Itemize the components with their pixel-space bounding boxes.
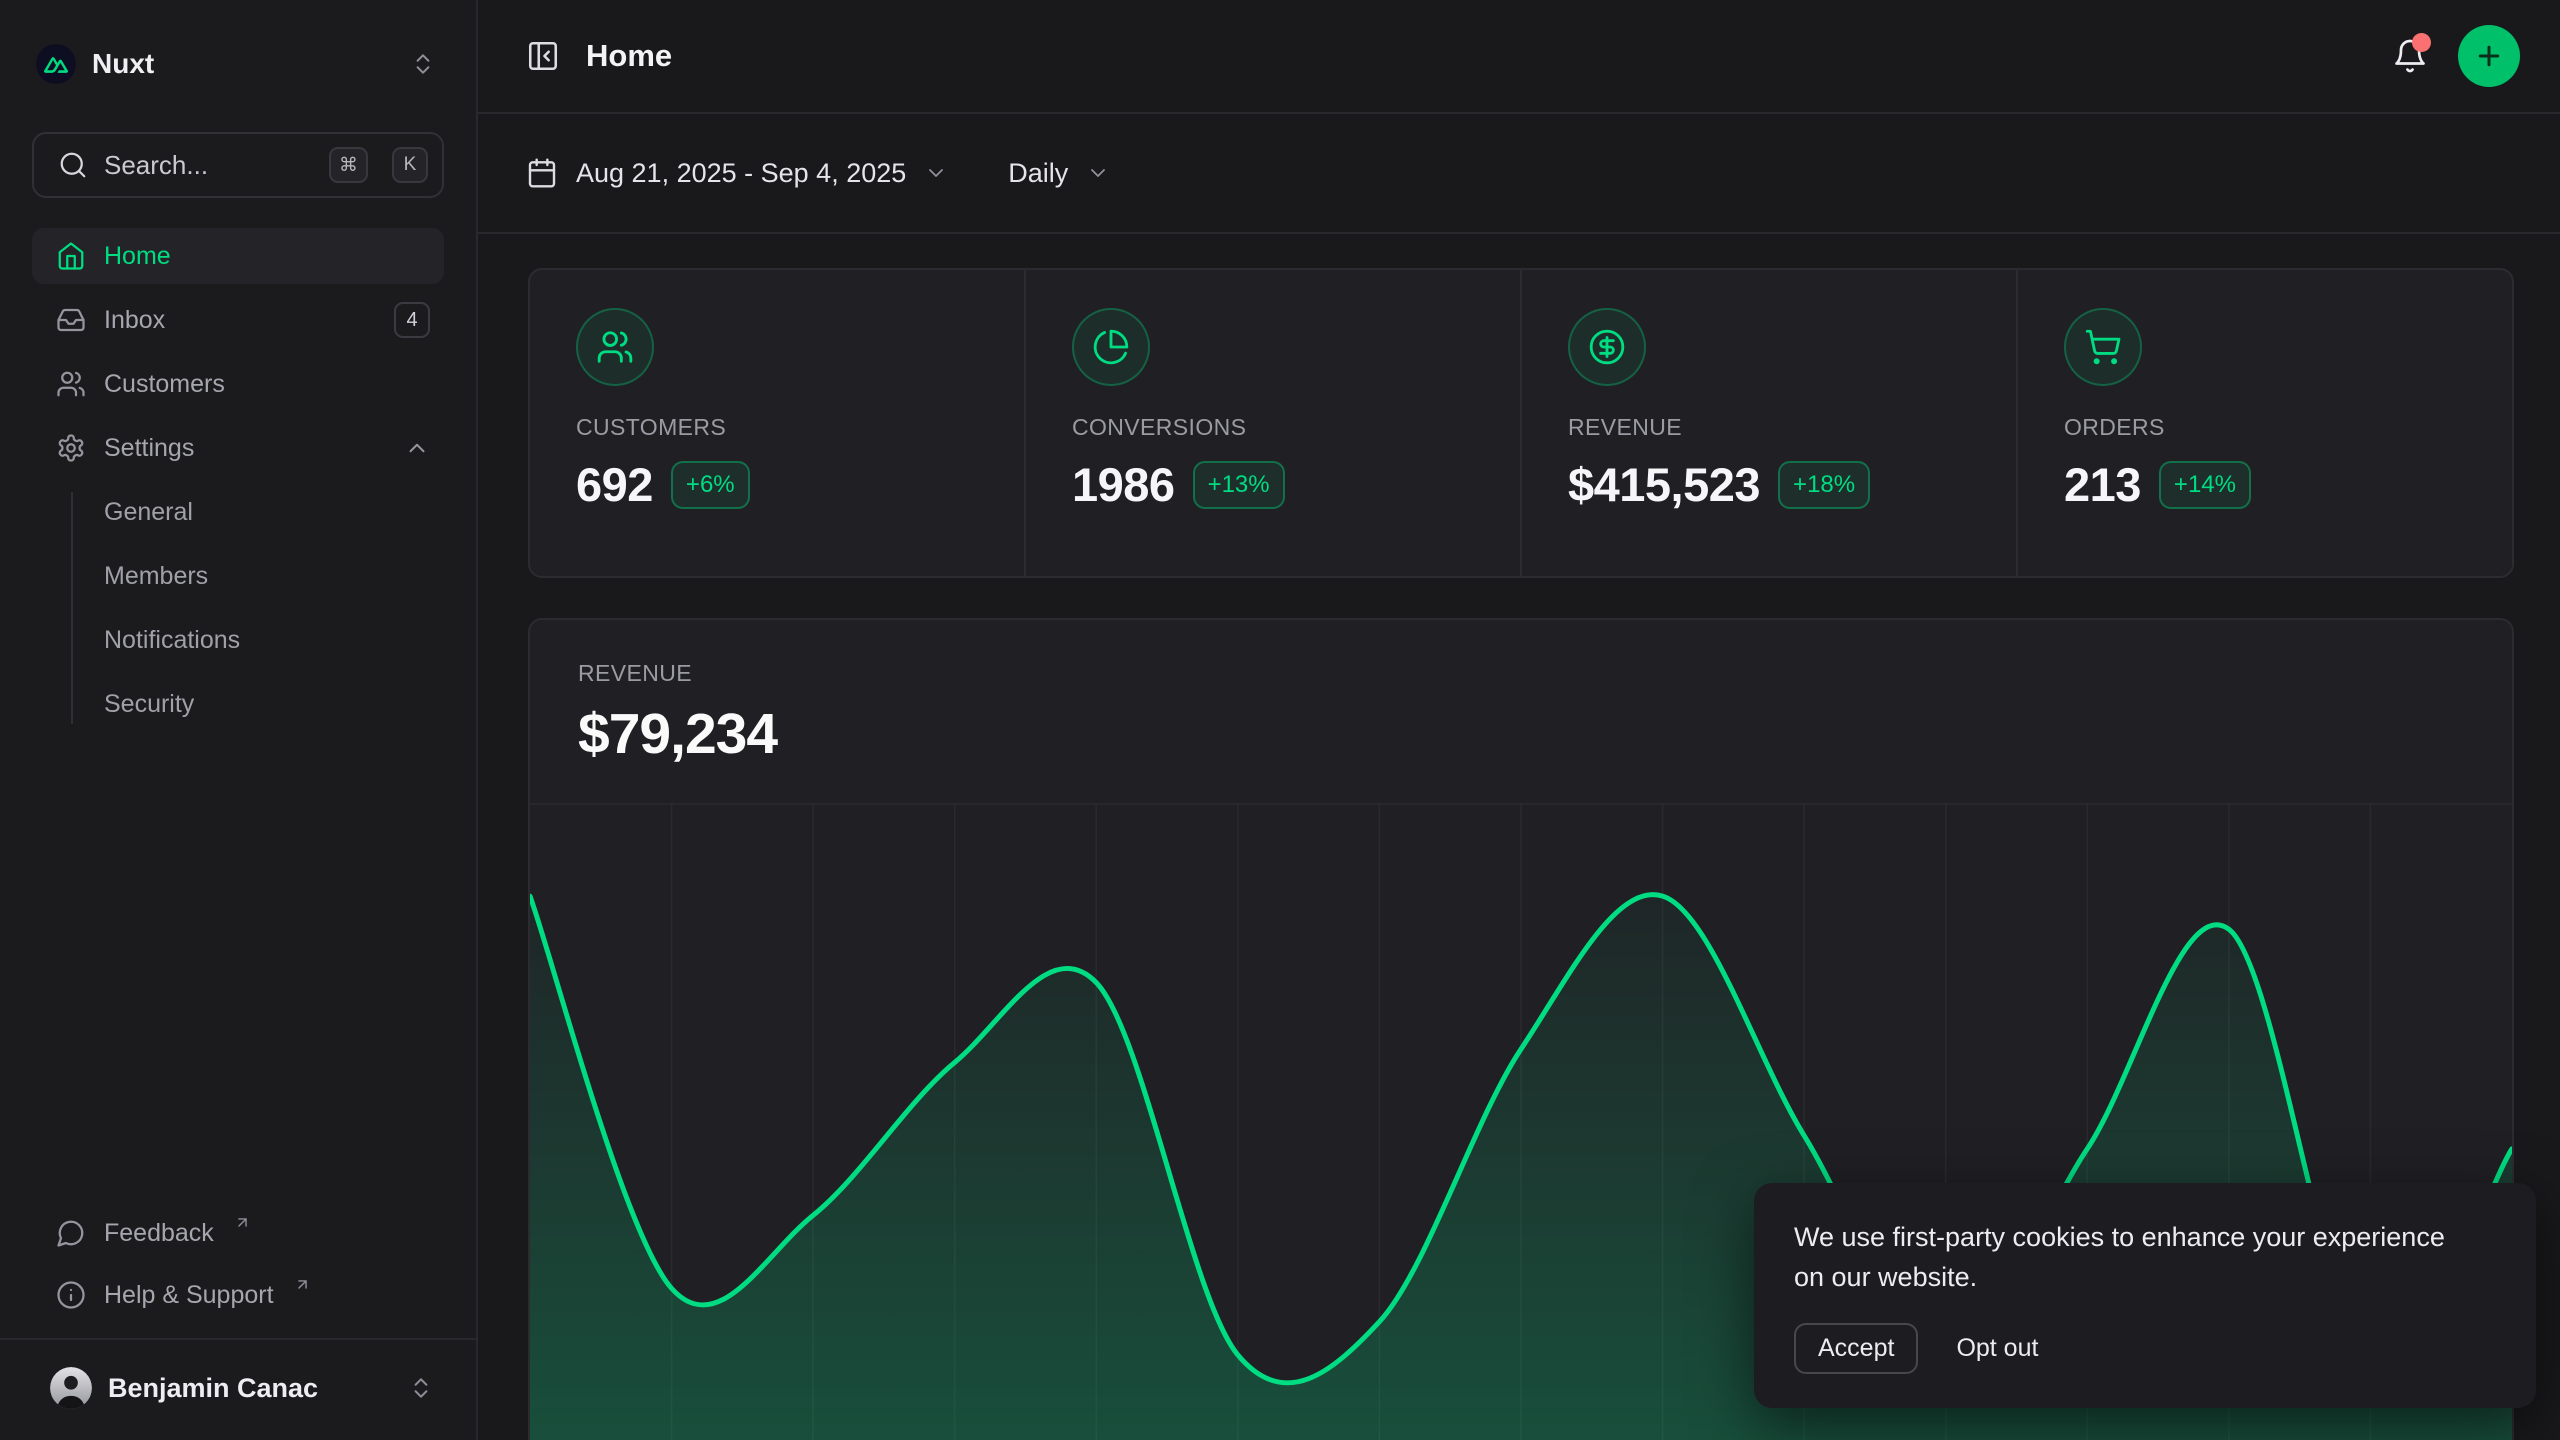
date-range-label: Aug 21, 2025 - Sep 4, 2025 bbox=[576, 158, 906, 189]
avatar bbox=[50, 1367, 92, 1409]
stat-label: CUSTOMERS bbox=[576, 414, 1024, 441]
stat-card-orders: ORDERS 213 +14% bbox=[2016, 270, 2512, 576]
subnav-label: Notifications bbox=[104, 626, 240, 655]
add-button[interactable] bbox=[2458, 25, 2520, 87]
user-menu[interactable]: Benjamin Canac bbox=[32, 1346, 444, 1430]
sidebar-footer: Feedback Help & Support Benjamin bbox=[32, 1202, 444, 1430]
page-title: Home bbox=[586, 38, 672, 74]
search-placeholder: Search... bbox=[104, 150, 313, 181]
feedback-label: Feedback bbox=[104, 1219, 214, 1248]
help-support-link[interactable]: Help & Support bbox=[32, 1264, 444, 1326]
stat-delta-badge: +13% bbox=[1193, 461, 1285, 509]
users-icon bbox=[576, 308, 654, 386]
sidebar-item-notifications[interactable]: Notifications bbox=[32, 612, 444, 668]
accept-cookies-button[interactable]: Accept bbox=[1794, 1323, 1918, 1374]
cookie-banner: We use first-party cookies to enhance yo… bbox=[1754, 1183, 2536, 1408]
stat-delta-badge: +6% bbox=[671, 461, 750, 509]
message-bubble-icon bbox=[56, 1218, 86, 1248]
stat-value: 692 bbox=[576, 457, 653, 512]
kbd-k: K bbox=[392, 147, 428, 183]
gear-icon bbox=[56, 433, 86, 463]
inbox-icon bbox=[56, 305, 86, 335]
notifications-button[interactable] bbox=[2392, 38, 2428, 74]
workspace-switcher[interactable]: Nuxt bbox=[32, 20, 444, 108]
feedback-link[interactable]: Feedback bbox=[32, 1202, 444, 1264]
plus-icon bbox=[2474, 41, 2504, 71]
search-input[interactable]: Search... ⌘ K bbox=[32, 132, 444, 198]
notification-dot bbox=[2412, 33, 2431, 52]
stat-label: REVENUE bbox=[1568, 414, 2016, 441]
search-icon bbox=[58, 150, 88, 180]
sidebar-item-label: Customers bbox=[104, 370, 225, 399]
subnav-label: Security bbox=[104, 690, 194, 719]
stat-card-revenue: REVENUE $415,523 +18% bbox=[1520, 270, 2016, 576]
stats-row: CUSTOMERS 692 +6% CONVERSIONS 1986 +13% bbox=[528, 268, 2514, 578]
nuxt-logo-icon bbox=[36, 44, 76, 84]
sidebar-item-inbox[interactable]: Inbox 4 bbox=[32, 292, 444, 348]
stat-card-conversions: CONVERSIONS 1986 +13% bbox=[1024, 270, 1520, 576]
stat-label: ORDERS bbox=[2064, 414, 2512, 441]
cookie-message: We use first-party cookies to enhance yo… bbox=[1794, 1217, 2454, 1297]
user-name: Benjamin Canac bbox=[108, 1373, 318, 1404]
external-link-icon bbox=[234, 1214, 251, 1231]
app-root: Nuxt Search... ⌘ K Home bbox=[0, 0, 2560, 1440]
stat-card-customers: CUSTOMERS 692 +6% bbox=[530, 270, 1024, 576]
sidebar-item-settings[interactable]: Settings bbox=[32, 420, 444, 476]
sidebar: Nuxt Search... ⌘ K Home bbox=[0, 0, 478, 1440]
sidebar-item-general[interactable]: General bbox=[32, 484, 444, 540]
sidebar-item-security[interactable]: Security bbox=[32, 676, 444, 732]
stat-label: CONVERSIONS bbox=[1072, 414, 1520, 441]
chevron-down-icon bbox=[1086, 161, 1110, 185]
sidebar-item-label: Settings bbox=[104, 434, 194, 463]
stat-value: 213 bbox=[2064, 457, 2141, 512]
shopping-cart-icon bbox=[2064, 308, 2142, 386]
panel-left-close-icon bbox=[526, 39, 560, 73]
chevron-up-icon bbox=[404, 435, 430, 461]
date-range-picker[interactable]: Aug 21, 2025 - Sep 4, 2025 bbox=[526, 157, 948, 189]
chevrons-up-down-icon bbox=[408, 1375, 434, 1401]
info-circle-icon bbox=[56, 1280, 86, 1310]
inbox-count-badge: 4 bbox=[394, 302, 430, 338]
workspace-name: Nuxt bbox=[92, 48, 154, 80]
header-actions bbox=[2392, 25, 2520, 87]
revenue-chart-label: REVENUE bbox=[578, 660, 2512, 687]
stat-value: 1986 bbox=[1072, 457, 1175, 512]
granularity-select[interactable]: Daily bbox=[1008, 158, 1110, 189]
revenue-chart-value: $79,234 bbox=[578, 701, 2512, 767]
sidebar-item-members[interactable]: Members bbox=[32, 548, 444, 604]
dollar-circle-icon bbox=[1568, 308, 1646, 386]
granularity-label: Daily bbox=[1008, 158, 1068, 189]
stat-value: $415,523 bbox=[1568, 457, 1760, 512]
help-support-label: Help & Support bbox=[104, 1281, 274, 1310]
optout-cookies-button[interactable]: Opt out bbox=[1956, 1334, 2038, 1363]
collapse-sidebar-button[interactable] bbox=[526, 39, 560, 73]
sidebar-item-label: Home bbox=[104, 242, 171, 271]
stat-delta-badge: +14% bbox=[2159, 461, 2251, 509]
pie-chart-icon bbox=[1072, 308, 1150, 386]
home-icon bbox=[56, 241, 86, 271]
kbd-cmd: ⌘ bbox=[329, 147, 368, 183]
sidebar-item-home[interactable]: Home bbox=[32, 228, 444, 284]
chevrons-up-down-icon bbox=[410, 51, 436, 77]
sidebar-nav: Home Inbox 4 Customers Settings bbox=[32, 228, 444, 732]
page-header: Home bbox=[478, 0, 2560, 114]
sidebar-item-customers[interactable]: Customers bbox=[32, 356, 444, 412]
stat-delta-badge: +18% bbox=[1778, 461, 1870, 509]
filters-toolbar: Aug 21, 2025 - Sep 4, 2025 Daily bbox=[478, 114, 2560, 234]
sidebar-divider bbox=[0, 1338, 476, 1340]
chevron-down-icon bbox=[924, 161, 948, 185]
calendar-icon bbox=[526, 157, 558, 189]
subnav-label: Members bbox=[104, 562, 208, 591]
subnav-label: General bbox=[104, 498, 193, 527]
settings-subnav: General Members Notifications Security bbox=[32, 484, 444, 732]
external-link-icon bbox=[294, 1276, 311, 1293]
sidebar-item-label: Inbox bbox=[104, 306, 165, 335]
users-icon bbox=[56, 369, 86, 399]
